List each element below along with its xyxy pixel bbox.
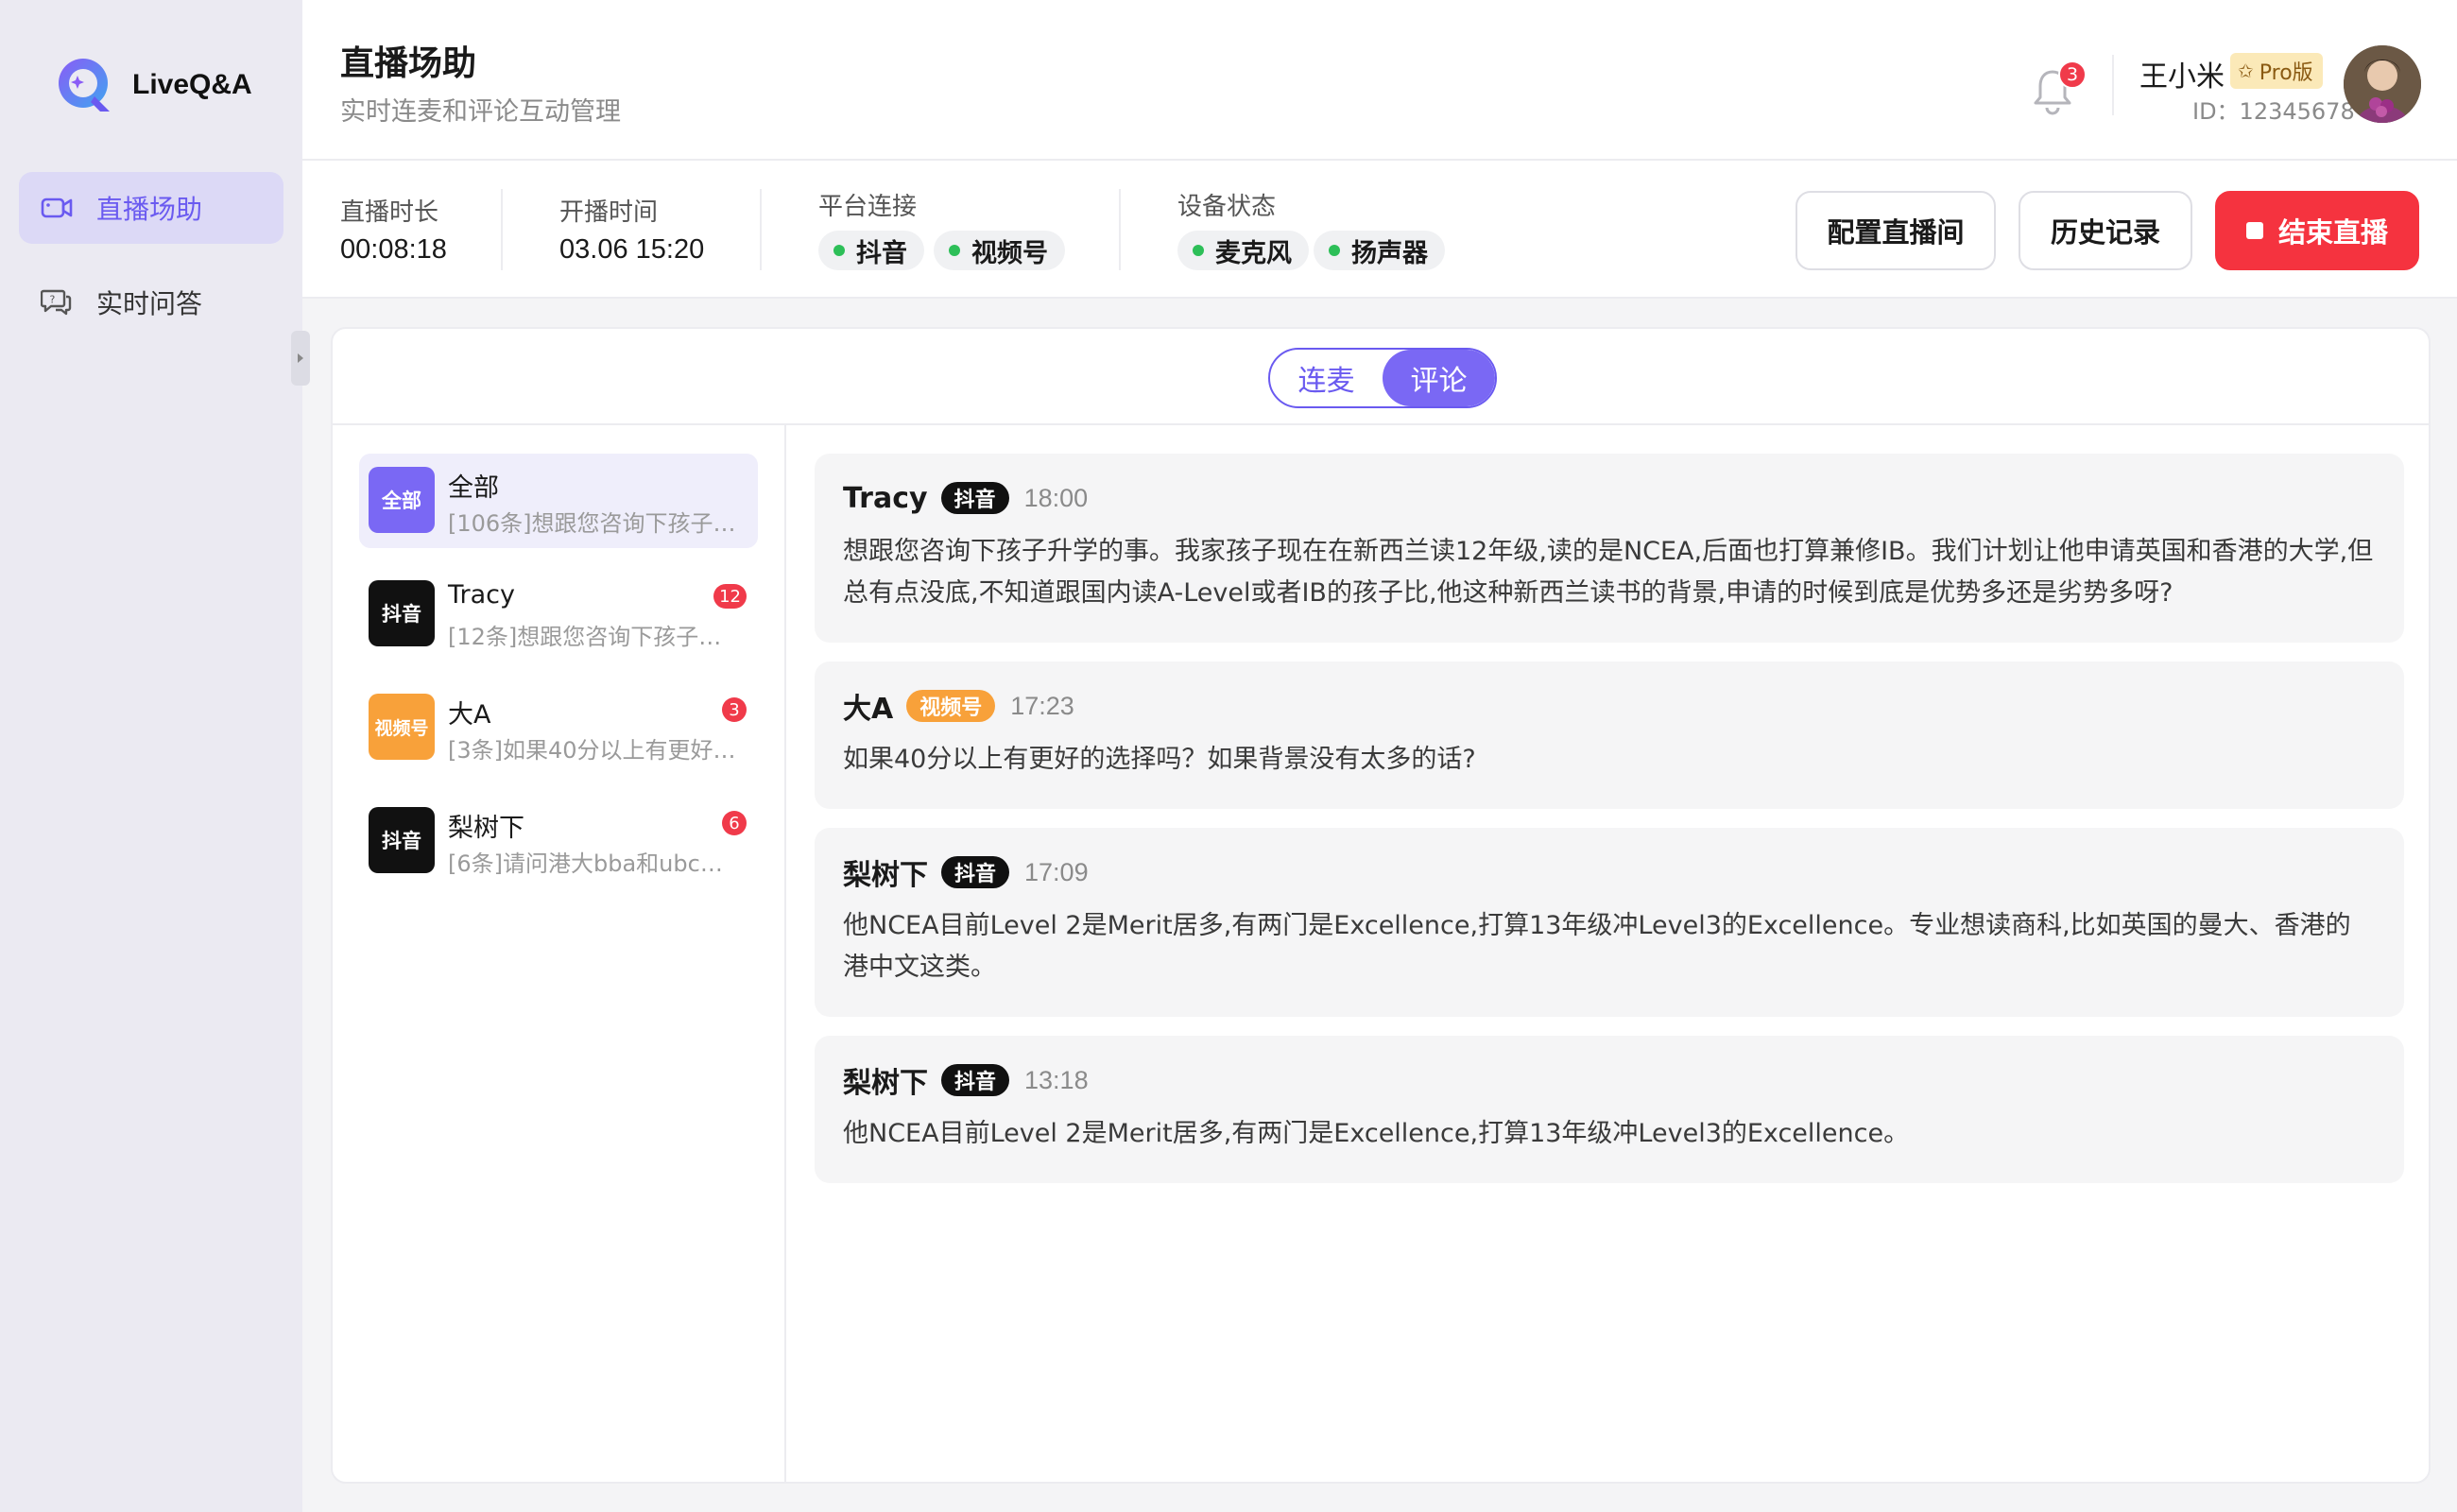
conversation-item[interactable]: 视频号 大A [3条]如果40分以上有更好的选择吗 3 <box>359 680 758 775</box>
online-dot-icon <box>833 245 845 256</box>
crown-icon: ✩ <box>2238 60 2254 82</box>
start-time-value: 03.06 15:20 <box>559 234 705 265</box>
mode-tabs: 连麦 评论 <box>1268 348 1497 408</box>
chat-bubbles-icon: ? <box>38 284 76 321</box>
page-header: 直播场助 实时连麦和评论互动管理 3 王小米 ✩ Pro版 ID：1234567… <box>302 0 2457 161</box>
comment-text: 如果40分以上有更好的选择吗？如果背景没有太多的话? <box>843 745 1476 774</box>
configure-room-button[interactable]: 配置直播间 <box>1796 191 1996 270</box>
video-camera-icon <box>38 189 76 227</box>
platform-label: 平台连接 <box>818 193 918 221</box>
comment-text: 他NCEA目前Level 2是Merit居多,有两门是Excellence,打算… <box>843 1119 1910 1148</box>
sidebar-item-label: 实时问答 <box>96 288 203 319</box>
device-pill-microphone: 麦克风 <box>1177 231 1309 270</box>
comment-time: 13:18 <box>1024 1065 1089 1094</box>
device-pill-speaker: 扬声器 <box>1314 231 1445 270</box>
conversation-preview: [3条]如果40分以上有更好的选择吗 <box>448 737 741 764</box>
comment-time: 18:00 <box>1023 483 1089 512</box>
sidebar: LiveQ&A 直播场助 ? 实时问答 <box>0 0 310 1512</box>
start-time-label: 开播时间 <box>559 198 659 227</box>
user-id: ID：12345678 <box>2192 98 2355 125</box>
device-name: 麦克风 <box>1215 238 1292 268</box>
end-live-label: 结束直播 <box>2277 216 2388 249</box>
comment-time: 17:23 <box>1010 691 1074 720</box>
duration-label: 直播时长 <box>340 198 439 227</box>
unread-badge: 6 <box>722 811 747 835</box>
app-logo[interactable]: LiveQ&A <box>55 55 252 115</box>
comment-text: 想跟您咨询下孩子升学的事。我家孩子现在在新西兰读12年级,读的是NCEA,后面也… <box>843 537 2374 608</box>
stat-divider <box>1119 189 1121 270</box>
avatar[interactable] <box>2344 45 2421 123</box>
online-dot-icon <box>949 245 960 256</box>
conversation-preview: [12条]想跟您咨询下孩子升学的事 <box>448 624 741 650</box>
sidebar-item-realtime-qa[interactable]: ? 实时问答 <box>19 266 284 338</box>
platform-name: 抖音 <box>856 238 907 268</box>
device-name: 扬声器 <box>1351 238 1428 268</box>
comment-card[interactable]: 梨树下 抖音 17:09 他NCEA目前Level 2是Merit居多,有两门是… <box>815 828 2404 1017</box>
platform-tag: 抖音 <box>941 1064 1010 1096</box>
avatar-image <box>2344 45 2421 123</box>
end-live-button[interactable]: 结束直播 <box>2215 191 2419 270</box>
online-dot-icon <box>1329 245 1340 256</box>
unread-badge: 12 <box>713 584 747 609</box>
sidebar-collapse-handle[interactable] <box>291 331 310 386</box>
pro-badge-label: Pro版 <box>2259 61 2313 85</box>
comment-time: 17:09 <box>1024 857 1089 886</box>
page-title: 直播场助 <box>340 44 477 83</box>
page-subtitle: 实时连麦和评论互动管理 <box>340 97 621 127</box>
comment-card[interactable]: 梨树下 抖音 13:18 他NCEA目前Level 2是Merit居多,有两门是… <box>815 1036 2404 1183</box>
conversation-preview: [6条]请问港大bba和ubc联合项目 <box>448 850 741 877</box>
stat-divider <box>501 189 503 270</box>
pro-badge: ✩ Pro版 <box>2230 53 2323 89</box>
comment-card[interactable]: Tracy 抖音 18:00 想跟您咨询下孩子升学的事。我家孩子现在在新西兰读1… <box>815 454 2404 643</box>
online-dot-icon <box>1193 245 1204 256</box>
platform-pill-douyin: 抖音 <box>818 231 924 270</box>
comment-author: 梨树下 <box>843 859 928 892</box>
sidebar-item-label: 直播场助 <box>96 194 203 225</box>
tab-lianmai[interactable]: 连麦 <box>1270 350 1383 406</box>
panel-divider <box>333 423 2429 425</box>
comment-author: 大A <box>843 693 894 726</box>
conversation-preview: [106条]想跟您咨询下孩子升学的事。我家孩子现在在新西兰读12年级 <box>448 510 741 537</box>
sidebar-item-live-assistant[interactable]: 直播场助 <box>19 172 284 244</box>
unread-badge: 3 <box>722 697 747 722</box>
live-status-bar: 直播时长 00:08:18 开播时间 03.06 15:20 平台连接 抖音 视… <box>302 161 2457 299</box>
user-name: 王小米 <box>2139 60 2225 94</box>
conversation-item[interactable]: 抖音 Tracy [12条]想跟您咨询下孩子升学的事 12 <box>359 567 758 662</box>
conversation-item[interactable]: 抖音 梨树下 [6条]请问港大bba和ubc联合项目 6 <box>359 794 758 888</box>
comment-author: 梨树下 <box>843 1067 928 1100</box>
interaction-panel: 连麦 评论 全部 全部 [106条]想跟您咨询下孩子升学的事。我家孩子现在在新西… <box>331 327 2431 1484</box>
device-label: 设备状态 <box>1177 193 1277 221</box>
conversation-name: 大A <box>448 700 491 730</box>
comment-text: 他NCEA目前Level 2是Merit居多,有两门是Excellence,打算… <box>843 911 2351 982</box>
notifications-button[interactable]: 3 <box>2032 60 2087 117</box>
comment-card[interactable]: 大A 视频号 17:23 如果40分以上有更好的选择吗？如果背景没有太多的话? <box>815 662 2404 809</box>
app-name: LiveQ&A <box>132 69 252 100</box>
history-button[interactable]: 历史记录 <box>2019 191 2192 270</box>
svg-text:?: ? <box>50 294 56 306</box>
conversation-avatar: 视频号 <box>369 694 435 760</box>
conversation-avatar: 全部 <box>369 467 435 533</box>
stop-icon <box>2245 222 2263 239</box>
conversation-name: 全部 <box>448 473 499 503</box>
platform-pill-shipinhao: 视频号 <box>934 231 1065 270</box>
platform-tag: 抖音 <box>941 856 1010 888</box>
comment-author: Tracy <box>843 481 928 515</box>
platform-tag: 视频号 <box>906 690 996 722</box>
panel-column-divider <box>784 425 786 1482</box>
caret-right-icon <box>298 353 303 363</box>
conversation-name: 梨树下 <box>448 814 524 843</box>
conversation-avatar: 抖音 <box>369 807 435 873</box>
stat-divider <box>760 189 762 270</box>
liveqa-logo-icon <box>55 55 115 115</box>
conversation-avatar: 抖音 <box>369 580 435 646</box>
notification-count-badge: 3 <box>2058 60 2087 89</box>
header-divider <box>2112 55 2114 115</box>
duration-value: 00:08:18 <box>340 234 447 265</box>
conversation-item-all[interactable]: 全部 全部 [106条]想跟您咨询下孩子升学的事。我家孩子现在在新西兰读12年级 <box>359 454 758 548</box>
platform-tag: 抖音 <box>940 482 1009 514</box>
conversation-name: Tracy <box>448 580 515 610</box>
tab-comments[interactable]: 评论 <box>1383 350 1495 406</box>
platform-name: 视频号 <box>971 238 1048 268</box>
